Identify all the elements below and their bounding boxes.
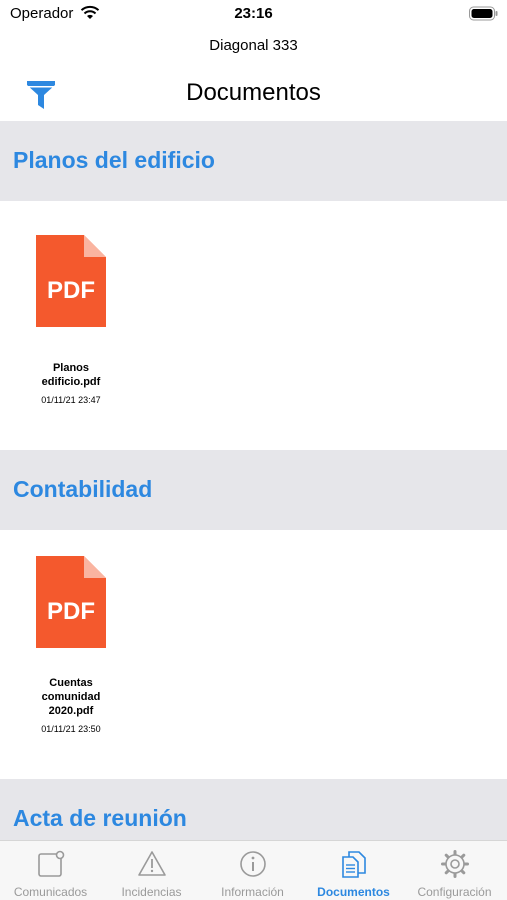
tab-label: Documentos xyxy=(317,885,390,899)
section-title: Planos del edificio xyxy=(13,147,215,173)
document-date: 01/11/21 23:50 xyxy=(41,724,101,734)
tab-informacion[interactable]: Información xyxy=(202,841,303,900)
community-name: Diagonal 333 xyxy=(209,37,298,54)
document-name: Planos edificio.pdf xyxy=(41,362,101,388)
document-item-cuentas[interactable]: PDF Cuentas comunidad 2020.pdf 01/11/21 … xyxy=(16,556,126,734)
pdf-file-icon: PDF xyxy=(36,556,106,648)
clock: 23:16 xyxy=(234,5,273,22)
tab-label: Configuración xyxy=(417,885,492,899)
section-header-contabilidad: Contabilidad xyxy=(0,450,507,530)
tab-comunicados[interactable]: Comunicados xyxy=(0,841,101,900)
document-date: 01/11/21 23:47 xyxy=(41,395,101,405)
tab-label: Comunicados xyxy=(13,885,88,899)
tab-configuracion[interactable]: Configuración xyxy=(404,841,505,900)
section-header-planos: Planos del edificio xyxy=(0,121,507,201)
documents-icon xyxy=(342,851,366,878)
pdf-icon-label: PDF xyxy=(47,277,95,304)
document-name: Cuentas comunidad 2020.pdf xyxy=(41,677,101,717)
tab-bar: Comunicados Incidencias Información Docu… xyxy=(0,840,507,900)
message-square-icon xyxy=(38,850,65,877)
section-title: Acta de reunión xyxy=(13,805,187,831)
tab-incidencias[interactable]: Incidencias xyxy=(101,841,202,900)
pdf-icon-label: PDF xyxy=(47,598,95,625)
warning-triangle-icon xyxy=(138,851,166,876)
info-circle-icon xyxy=(240,851,266,877)
tab-label: Incidencias xyxy=(121,885,182,899)
document-item-planos[interactable]: PDF Planos edificio.pdf 01/11/21 23:47 xyxy=(16,235,126,405)
gear-icon xyxy=(441,850,469,878)
pdf-file-icon: PDF xyxy=(36,235,106,327)
section-title: Contabilidad xyxy=(13,476,153,502)
battery-icon xyxy=(469,6,498,21)
tab-label: Información xyxy=(221,885,284,899)
page-title: Documentos xyxy=(186,79,321,106)
navigation-bar: Documentos xyxy=(0,70,507,120)
status-bar: Operador 23:16 xyxy=(0,0,507,30)
tab-documentos[interactable]: Documentos xyxy=(303,841,404,900)
